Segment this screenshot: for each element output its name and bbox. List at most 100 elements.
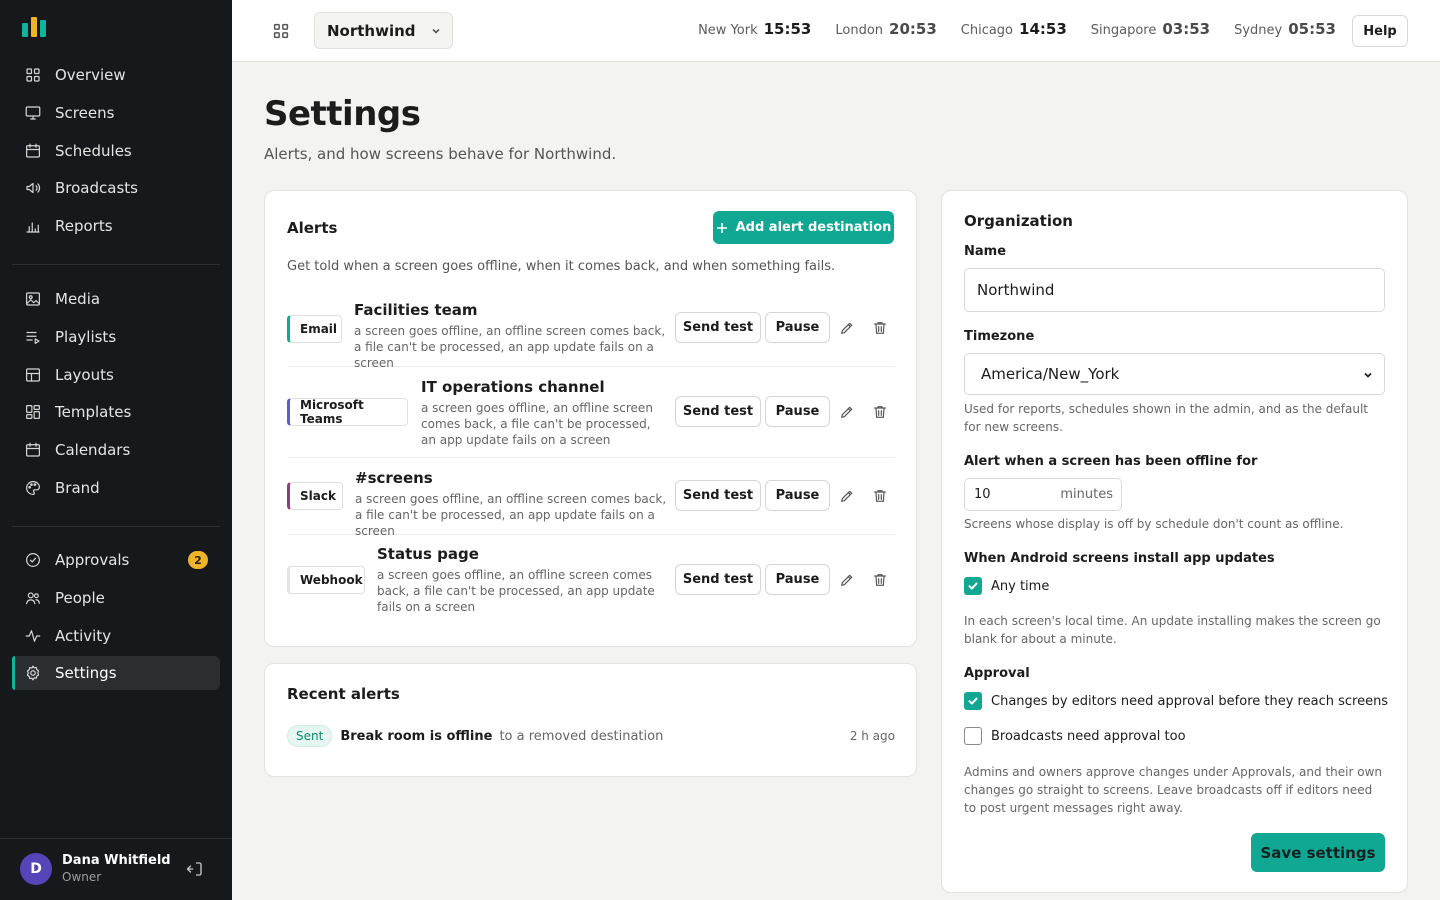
sidebar-item-approvals[interactable]: Approvals 2 (12, 543, 220, 577)
timezone-select[interactable]: America/New_York (964, 353, 1385, 395)
sidebar-item-label: Brand (55, 479, 100, 497)
chevron-down-icon (1364, 372, 1372, 378)
updates-any-time-checkbox[interactable] (964, 577, 982, 595)
editor-approval-checkbox[interactable] (964, 692, 982, 710)
sidebar-item-reports[interactable]: Reports (12, 209, 220, 243)
send-test-button[interactable]: Send test (675, 396, 761, 427)
sidebar-item-settings[interactable]: Settings (12, 656, 220, 690)
destination-name: #screens (355, 469, 433, 487)
status-badge: Sent (287, 725, 333, 747)
sidebar-item-brand[interactable]: Brand (12, 471, 220, 505)
sidebar-item-label: Layouts (55, 366, 114, 384)
save-settings-button[interactable]: Save settings (1251, 833, 1385, 872)
updates-any-time-label: Any time (991, 578, 1050, 594)
sidebar-item-people[interactable]: People (12, 581, 220, 615)
broadcast-approval-checkbox[interactable] (964, 727, 982, 745)
edit-pencil-icon[interactable] (839, 320, 855, 336)
app-updates-label: When Android screens install app updates (964, 551, 1275, 566)
sidebar-item-broadcasts[interactable]: Broadcasts (12, 171, 220, 205)
clock-london: London 20:53 (835, 20, 936, 38)
calendar-icon (26, 143, 40, 158)
offline-threshold-input[interactable]: 10 minutes (964, 478, 1122, 511)
palette-icon (26, 481, 40, 495)
sidebar-item-calendars[interactable]: Calendars (12, 433, 220, 467)
recent-alert-time: 2 h ago (849, 729, 895, 743)
pause-button[interactable]: Pause (765, 396, 830, 427)
bar-chart-icon (26, 222, 40, 233)
sidebar-item-playlists[interactable]: Playlists (12, 320, 220, 354)
logout-icon[interactable] (186, 860, 204, 878)
destination-triggers: a screen goes offline, an offline screen… (355, 492, 667, 538)
world-clocks: New York 15:53 London 20:53 Chicago 14:53 Sing… (698, 20, 1336, 38)
org-name-input[interactable] (964, 268, 1385, 312)
clock-city: Singapore (1090, 23, 1157, 38)
recent-alert-title: Break room is offline (340, 728, 493, 744)
sidebar-item-schedules[interactable]: Schedules (12, 134, 220, 168)
sidebar-item-layouts[interactable]: Layouts (12, 358, 220, 392)
sidebar-item-templates[interactable]: Templates (12, 395, 220, 429)
destination-type-tag: Slack (287, 482, 343, 510)
page-subtitle: Alerts, and how screens behave for North… (264, 145, 617, 163)
org-switcher[interactable]: Northwind (314, 12, 453, 49)
alerts-card: Alerts Add alert destination Get told wh… (264, 190, 917, 647)
send-test-button[interactable]: Send test (675, 564, 761, 595)
sidebar-item-overview[interactable]: Overview (12, 58, 220, 92)
chevron-down-icon (432, 28, 440, 34)
clock-time: 15:53 (763, 20, 812, 38)
activity-icon (25, 630, 41, 642)
destination-name: IT operations channel (421, 378, 605, 396)
app-logo-icon[interactable] (22, 17, 46, 37)
sidebar-item-label: People (55, 589, 105, 607)
broadcast-approval-option[interactable]: Broadcasts need approval too (964, 727, 1186, 745)
org-switcher-label: Northwind (327, 21, 416, 40)
destination-name: Facilities team (354, 301, 478, 319)
destination-triggers: a screen goes offline, an offline screen… (377, 568, 655, 614)
pause-button[interactable]: Pause (765, 480, 830, 511)
sidebar-item-label: Broadcasts (55, 179, 138, 197)
alert-destination-row: Microsoft Teams IT operations channel a sc… (287, 367, 895, 458)
send-test-button[interactable]: Send test (675, 480, 761, 511)
trash-icon[interactable] (872, 320, 888, 336)
offline-threshold-help: Screens whose display is off by schedule… (964, 517, 1344, 531)
sidebar-item-label: Schedules (55, 142, 132, 160)
clock-new-york: New York 15:53 (698, 20, 811, 38)
sidebar-toggle-icon[interactable] (270, 20, 292, 42)
trash-icon[interactable] (872, 572, 888, 588)
topbar: Northwind New York 15:53 London 20:53 Chicag… (232, 0, 1440, 62)
user-profile[interactable]: D Dana Whitfield Owner (0, 838, 232, 900)
add-alert-destination-button[interactable]: Add alert destination (713, 211, 894, 244)
clock-time: 03:53 (1162, 20, 1211, 38)
clock-sydney: Sydney 05:53 (1234, 20, 1336, 38)
sidebar-item-label: Overview (55, 66, 126, 84)
destination-triggers: a screen goes offline, an offline screen… (421, 401, 653, 447)
offline-threshold-label: Alert when a screen has been offline for (964, 454, 1258, 469)
offline-threshold-unit: minutes (1060, 487, 1113, 502)
trash-icon[interactable] (872, 488, 888, 504)
updates-any-time-option[interactable]: Any time (964, 577, 1049, 595)
calendar-icon (26, 442, 40, 457)
pause-button[interactable]: Pause (765, 312, 830, 343)
timezone-help: Used for reports, schedules shown in the… (964, 402, 1369, 434)
pause-button[interactable]: Pause (765, 564, 830, 595)
sidebar-item-media[interactable]: Media (12, 282, 220, 316)
clock-time: 05:53 (1288, 20, 1336, 38)
offline-threshold-value: 10 (974, 487, 991, 502)
edit-pencil-icon[interactable] (839, 572, 855, 588)
edit-pencil-icon[interactable] (839, 404, 855, 420)
send-test-button[interactable]: Send test (675, 312, 761, 343)
sidebar-item-label: Reports (55, 217, 113, 235)
help-button[interactable]: Help (1352, 15, 1408, 47)
clock-time: 14:53 (1019, 20, 1067, 38)
playlist-icon (26, 331, 40, 344)
sidebar-item-screens[interactable]: Screens (12, 96, 220, 130)
clock-city: Sydney (1234, 23, 1283, 38)
edit-pencil-icon[interactable] (839, 488, 855, 504)
list-item[interactable]: Sent Break room is offline to a removed … (287, 724, 895, 748)
destination-type-tag: Webhook (287, 566, 365, 594)
editor-approval-option[interactable]: Changes by editors need approval before … (964, 692, 1388, 710)
gear-icon (26, 665, 40, 681)
alerts-description: Get told when a screen goes offline, whe… (287, 259, 836, 274)
sidebar-item-activity[interactable]: Activity (12, 619, 220, 653)
destination-name: Status page (377, 545, 479, 563)
trash-icon[interactable] (872, 404, 888, 420)
